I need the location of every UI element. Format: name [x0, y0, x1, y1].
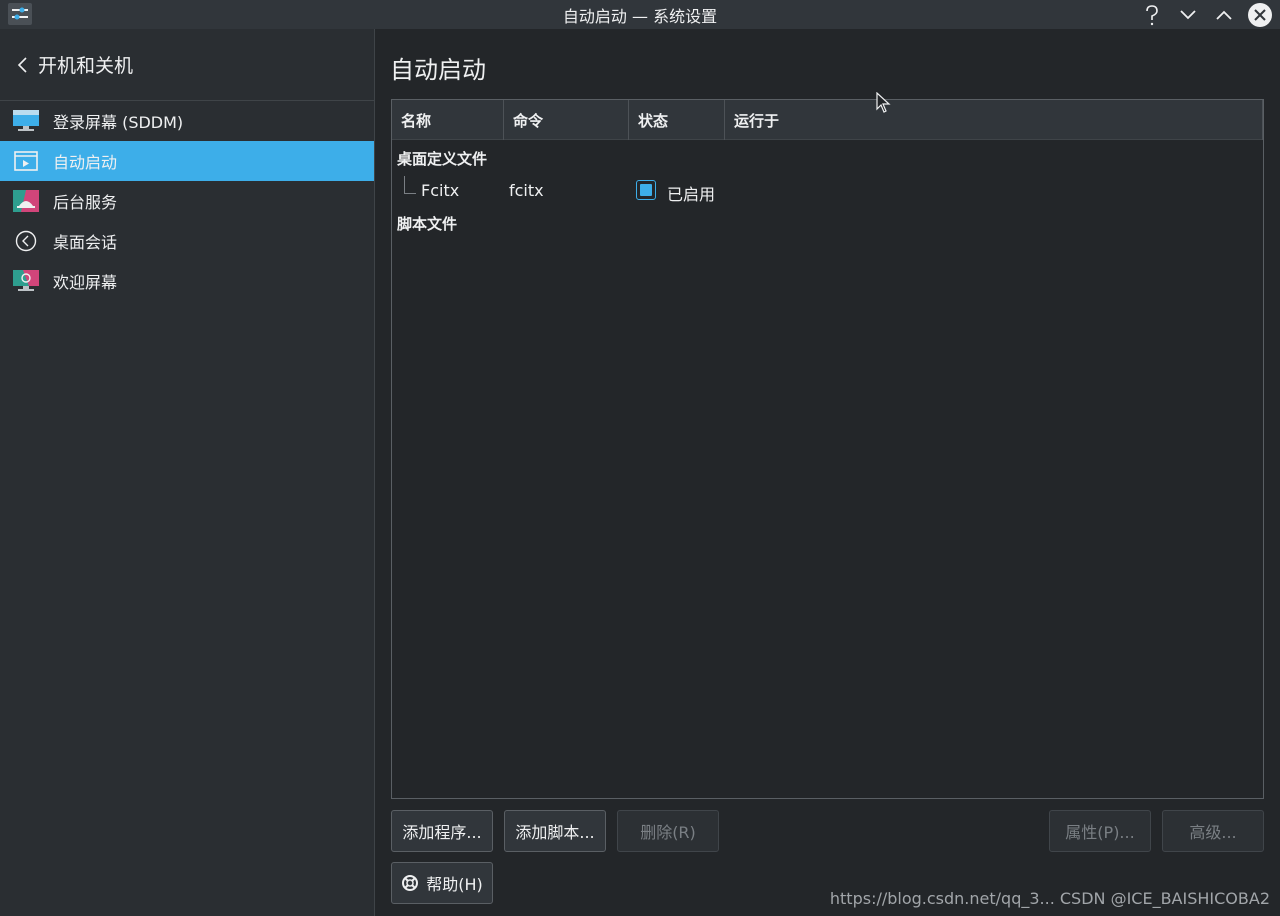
mouse-cursor-icon — [876, 92, 891, 113]
sidebar: 开机和关机 登录屏幕 (SDDM) 自动启动 后台服务 桌面会话 欢迎屏幕 — [0, 29, 374, 916]
sidebar-item-background-services[interactable]: 后台服务 — [0, 181, 374, 221]
autostart-tree[interactable]: 名称 命令 状态 运行于 桌面定义文件 Fcitx fcitx 已启用 脚本文件 — [391, 99, 1264, 799]
page-title: 自动启动 — [390, 56, 486, 84]
lifebuoy-icon — [402, 875, 419, 891]
sidebar-item-desktop-session[interactable]: 桌面会话 — [0, 221, 374, 261]
sidebar-item-label: 登录屏幕 (SDDM) — [53, 113, 184, 132]
add-program-button[interactable]: 添加程序... — [391, 810, 493, 852]
back-button[interactable]: 开机和关机 — [0, 29, 374, 101]
maximize-icon[interactable] — [1212, 3, 1236, 27]
help-button[interactable]: 帮助(H) — [391, 862, 493, 904]
column-header-name[interactable]: 名称 — [392, 100, 504, 140]
session-icon — [12, 229, 40, 253]
row-name: Fcitx — [421, 181, 460, 200]
properties-button[interactable]: 属性(P)... — [1049, 810, 1151, 852]
splash-icon — [12, 269, 40, 293]
tree-header: 名称 命令 状态 运行于 — [392, 100, 1263, 140]
add-script-button[interactable]: 添加脚本... — [504, 810, 606, 852]
monitor-icon — [12, 109, 40, 133]
sidebar-item-label: 自动启动 — [53, 153, 118, 172]
services-icon — [12, 189, 40, 213]
sidebar-divider — [374, 29, 375, 916]
sidebar-item-splash-screen[interactable]: 欢迎屏幕 — [0, 261, 374, 301]
window-title: 自动启动 — 系统设置 — [562, 6, 718, 26]
minimize-icon[interactable] — [1176, 3, 1200, 27]
settings-app-icon[interactable] — [8, 3, 32, 25]
sidebar-parent-label: 开机和关机 — [38, 55, 134, 77]
advanced-button[interactable]: 高级... — [1162, 810, 1264, 852]
row-status: 已启用 — [667, 185, 716, 204]
tree-group-desktop-files[interactable]: 桌面定义文件 — [397, 148, 487, 169]
column-header-command[interactable]: 命令 — [504, 100, 629, 140]
table-row[interactable]: Fcitx fcitx 已启用 — [392, 176, 1263, 206]
help-icon[interactable] — [1140, 3, 1164, 27]
autostart-icon — [12, 149, 40, 173]
help-button-label: 帮助(H) — [426, 875, 483, 894]
sidebar-item-label: 后台服务 — [53, 193, 118, 212]
close-icon[interactable] — [1248, 2, 1272, 27]
enabled-checkbox[interactable] — [636, 180, 656, 200]
remove-button[interactable]: 删除(R) — [617, 810, 719, 852]
chevron-left-icon — [17, 56, 27, 73]
sidebar-item-label: 欢迎屏幕 — [53, 273, 118, 292]
sidebar-item-login-screen[interactable]: 登录屏幕 (SDDM) — [0, 101, 374, 141]
tree-group-script-files[interactable]: 脚本文件 — [397, 213, 457, 234]
sidebar-item-autostart[interactable]: 自动启动 — [0, 141, 374, 181]
sidebar-item-label: 桌面会话 — [53, 233, 118, 252]
column-header-run-at[interactable]: 运行于 — [725, 100, 1263, 140]
watermark: https://blog.csdn.net/qq_3... CSDN @ICE_… — [829, 889, 1270, 908]
row-command: fcitx — [509, 181, 544, 200]
window-controls — [1140, 0, 1272, 29]
column-header-status[interactable]: 状态 — [629, 100, 725, 140]
tree-branch-line — [404, 176, 416, 194]
title-bar: 自动启动 — 系统设置 — [0, 0, 1280, 29]
